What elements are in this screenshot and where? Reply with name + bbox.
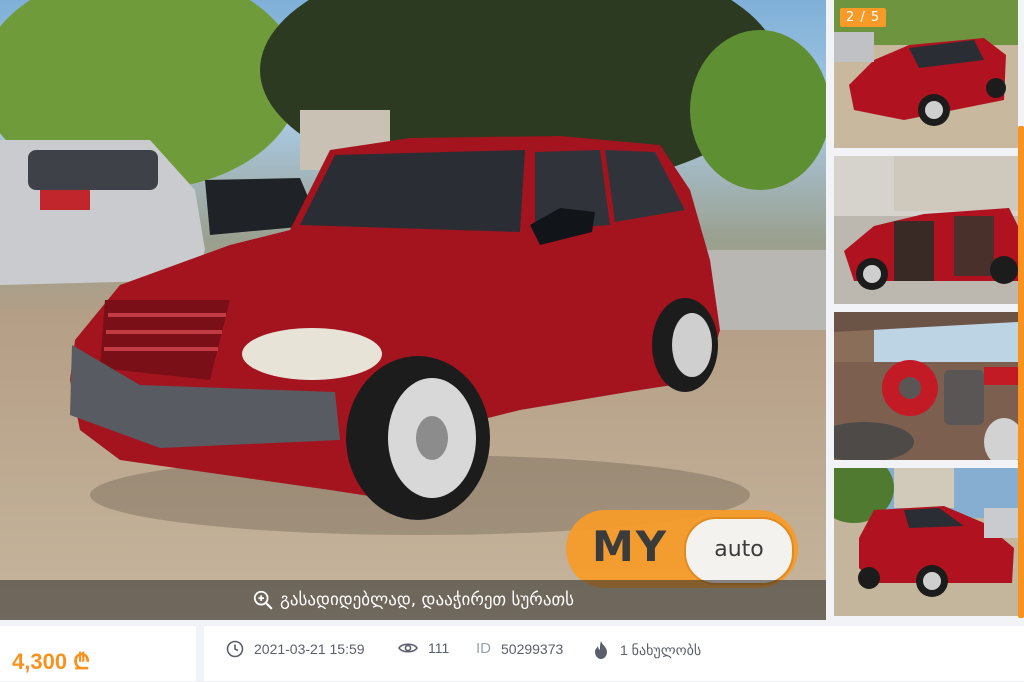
thumbnail-4[interactable] <box>834 468 1018 616</box>
thumbnail-1[interactable]: 2 / 5 <box>834 0 1018 148</box>
listing-id: 50299373 <box>501 640 564 657</box>
photo-counter-badge: 2 / 5 <box>840 8 887 27</box>
watermark-auto-bubble: auto <box>684 517 794 585</box>
zoom-hint-text: გასადიდებლად, დააჭირეთ სურათს <box>280 590 574 610</box>
listing-meta-bar: 2021-03-21 15:59 111 ID 50299373 1 ნახულ… <box>204 626 1024 682</box>
meta-views: 111 <box>398 640 449 656</box>
magnifier-plus-icon <box>253 590 273 610</box>
meta-id: ID 50299373 <box>476 640 563 657</box>
meta-date: 2021-03-21 15:59 <box>226 640 365 658</box>
thumbnail-scrollbar[interactable] <box>1018 126 1024 618</box>
zoom-hint-bar[interactable]: გასადიდებლად, დააჭირეთ სურათს <box>0 580 826 620</box>
clock-icon <box>226 640 244 658</box>
price-value: 4,300 ₾ <box>12 649 91 674</box>
thumbnail-3-image <box>834 312 1018 460</box>
fire-icon <box>595 641 607 659</box>
thumbnail-strip: 2 / 5 <box>834 0 1018 620</box>
id-label: ID <box>476 640 491 657</box>
thumbnail-2[interactable] <box>834 156 1018 304</box>
watermark-auto-text: auto <box>714 537 764 562</box>
price-panel: 4,300 ₾ <box>0 626 196 681</box>
watermark-my-text: MY <box>592 522 669 571</box>
thumbnail-3[interactable] <box>834 312 1018 460</box>
main-photo[interactable]: MY auto გასადიდებლად, დააჭირეთ სურათს <box>0 0 826 620</box>
meta-popularity: 1 ნახულობს <box>592 640 701 660</box>
myauto-watermark: MY auto <box>566 510 798 588</box>
thumbnail-4-image <box>834 468 1018 616</box>
thumbnail-2-image <box>834 156 1018 304</box>
listing-date: 2021-03-21 15:59 <box>254 641 365 657</box>
eye-icon <box>398 643 418 653</box>
listing-views: 111 <box>428 640 450 656</box>
popularity-text: 1 ნახულობს <box>620 641 702 658</box>
